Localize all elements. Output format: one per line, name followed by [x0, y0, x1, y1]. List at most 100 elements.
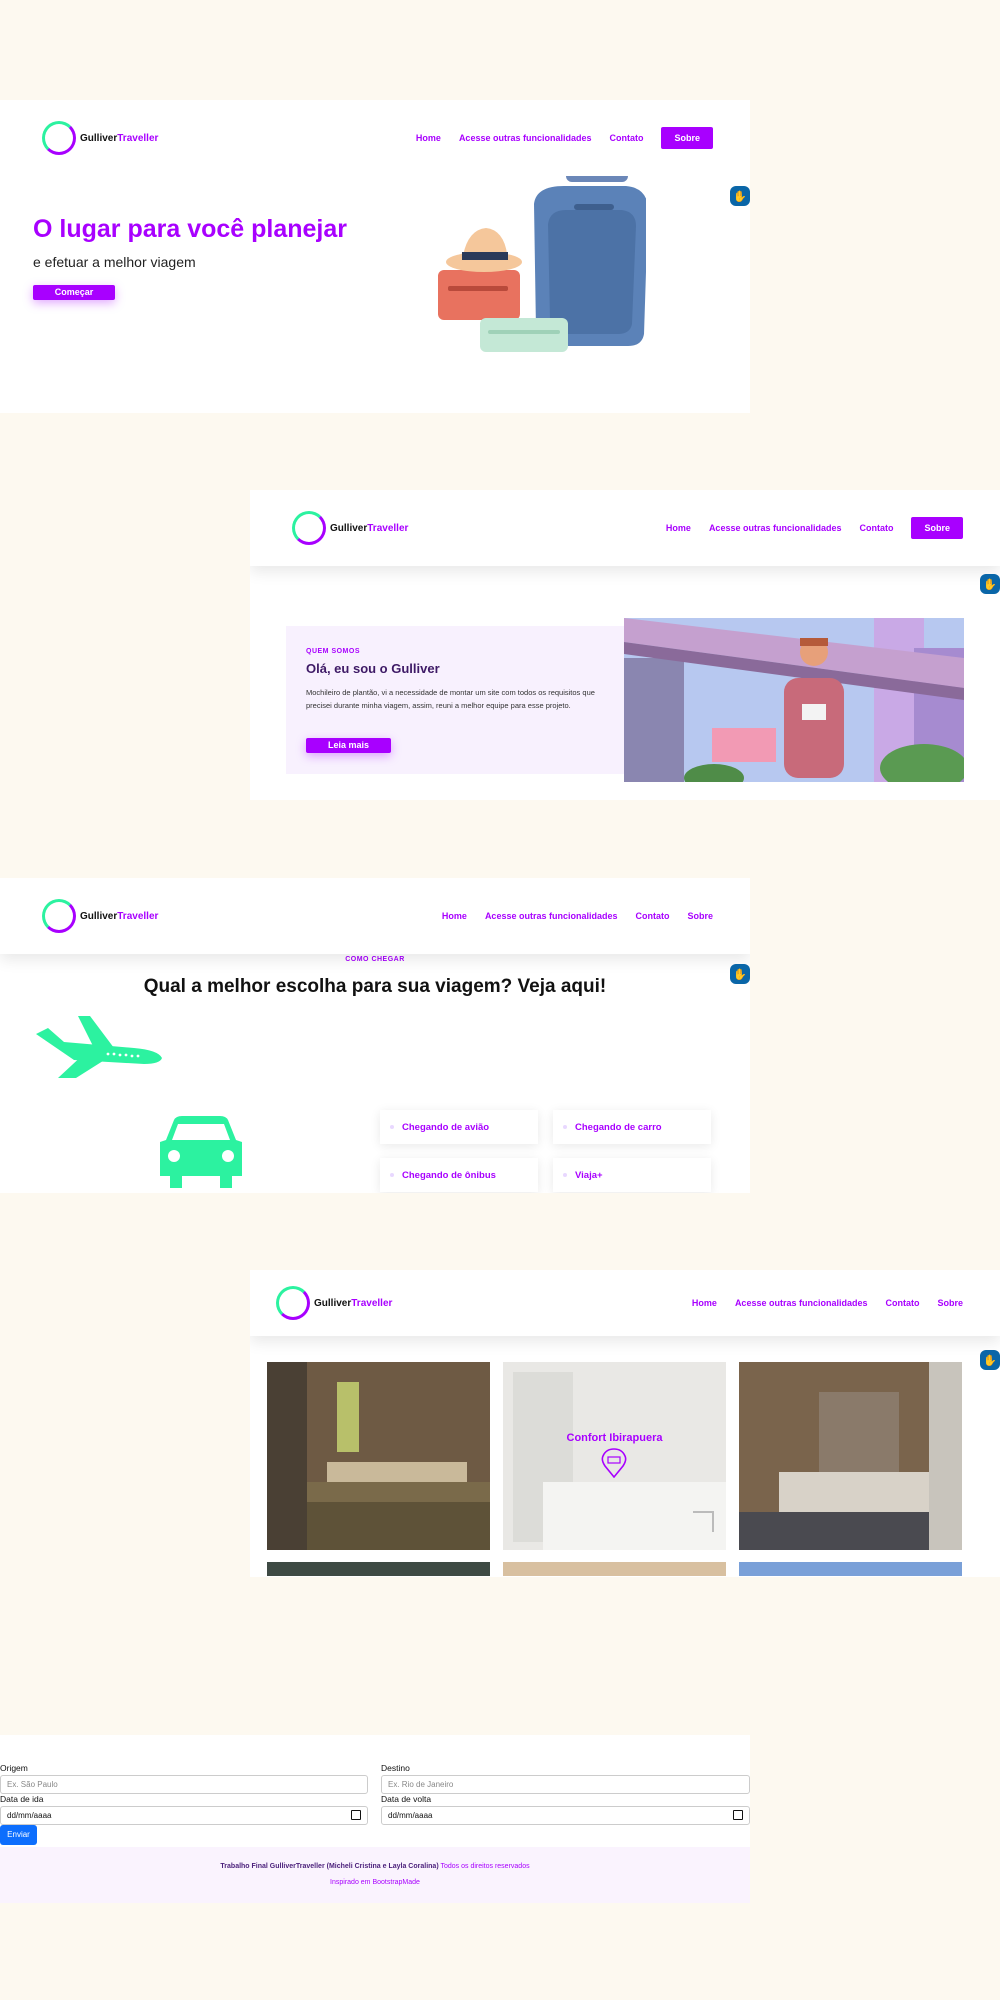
return-date-value: dd/mm/aaaa — [388, 1811, 433, 1820]
bullet-icon — [390, 1173, 394, 1177]
footer-credits-text: Trabalho Final GulliverTraveller (Michel… — [220, 1863, 439, 1870]
brand-name-part2: Traveller — [351, 1297, 393, 1309]
return-label: Data de volta — [381, 1794, 432, 1804]
start-button[interactable]: Começar — [33, 285, 115, 300]
nav-home[interactable]: Home — [666, 523, 691, 533]
bullet-icon — [390, 1125, 394, 1129]
nav-contact[interactable]: Contato — [609, 133, 643, 143]
read-more-button[interactable]: Leia mais — [306, 738, 391, 753]
about-section: Gulliver Traveller Home Acesse outras fun… — [250, 490, 1000, 800]
hotel-room-photo — [267, 1362, 490, 1550]
brand-name-part1: Gulliver — [80, 910, 118, 922]
nav-about[interactable]: Sobre — [937, 1298, 963, 1308]
card-bus-label: Chegando de ônibus — [402, 1169, 496, 1181]
about-text: Mochileiro de plantão, vi a necessidade … — [306, 688, 595, 710]
submit-button[interactable]: Enviar — [0, 1825, 37, 1845]
brand-logo[interactable]: Gulliver Traveller — [276, 1286, 392, 1320]
logo-ring-icon — [42, 121, 76, 155]
nav-menu: Home Acesse outras funcionalidades Conta… — [692, 1298, 963, 1308]
how-eyebrow: COMO CHEGAR — [345, 956, 405, 963]
card-bus[interactable]: Chegando de ônibus — [380, 1158, 538, 1192]
accessibility-icon[interactable]: ✋ — [980, 1350, 1000, 1370]
card-car-label: Chegando de carro — [575, 1121, 662, 1133]
nav-contact[interactable]: Contato — [885, 1298, 919, 1308]
airplane-icon — [36, 1016, 162, 1078]
nav-about[interactable]: Sobre — [687, 911, 713, 921]
depart-date-value: dd/mm/aaaa — [7, 1811, 52, 1820]
footer-rights-text: Todos os direitos reservados — [440, 1863, 530, 1870]
footer-inspired: Inspirado em BootstrapMade — [0, 1879, 750, 1886]
brand-logo[interactable]: Gulliver Traveller — [292, 511, 408, 545]
brand-name-part1: Gulliver — [330, 522, 368, 534]
hotel-photo-1[interactable] — [267, 1362, 490, 1550]
nav-home[interactable]: Home — [692, 1298, 717, 1308]
bullet-icon — [563, 1173, 567, 1177]
navbar: Gulliver Traveller Home Acesse outras fun… — [0, 878, 750, 954]
depart-label: Data de ida — [0, 1794, 44, 1804]
hotels-section: Gulliver Traveller Home Acesse outras fun… — [250, 1270, 1000, 1577]
hotel-photo-3[interactable] — [739, 1362, 962, 1550]
about-eyebrow: QUEM SOMOS — [306, 648, 361, 655]
nav-menu: Home Acesse outras funcionalidades Conta… — [416, 127, 713, 149]
car-icon — [160, 1116, 242, 1188]
calendar-icon[interactable] — [351, 1810, 361, 1820]
nav-about[interactable]: Sobre — [911, 517, 963, 539]
hero-title: O lugar para você planejar — [33, 215, 348, 243]
card-plane[interactable]: Chegando de avião — [380, 1110, 538, 1144]
origin-input[interactable]: Ex. São Paulo — [0, 1775, 368, 1794]
hero-subtitle: e efetuar a melhor viagem — [33, 254, 196, 270]
nav-home[interactable]: Home — [442, 911, 467, 921]
navbar: Gulliver Traveller Home Acesse outras fun… — [250, 490, 1000, 566]
map-pin-icon — [601, 1448, 627, 1478]
calendar-icon[interactable] — [733, 1810, 743, 1820]
nav-home[interactable]: Home — [416, 133, 441, 143]
brand-name-part2: Traveller — [367, 522, 409, 534]
nav-features[interactable]: Acesse outras funcionalidades — [485, 911, 618, 921]
destination-label: Destino — [381, 1763, 410, 1773]
navbar: Gulliver Traveller Home Acesse outras fun… — [0, 100, 750, 176]
logo-ring-icon — [292, 511, 326, 545]
nav-menu: Home Acesse outras funcionalidades Conta… — [442, 911, 713, 921]
card-plane-label: Chegando de avião — [402, 1121, 490, 1133]
nav-contact[interactable]: Contato — [859, 523, 893, 533]
brand-logo[interactable]: Gulliver Traveller — [42, 899, 158, 933]
hotel-photo-4[interactable] — [267, 1562, 490, 1576]
bootstrapmade-link[interactable]: BootstrapMade — [372, 1879, 419, 1886]
accessibility-icon[interactable]: ✋ — [980, 574, 1000, 594]
hotel-photo-5[interactable] — [503, 1562, 726, 1576]
how-title: Qual a melhor escolha para sua viagem? V… — [143, 976, 607, 997]
logo-ring-icon — [42, 899, 76, 933]
luggage-illustration — [438, 168, 646, 352]
card-viaja[interactable]: Viaja+ — [553, 1158, 711, 1192]
footer-inspired-prefix: Inspirado em — [330, 1879, 371, 1886]
nav-features[interactable]: Acesse outras funcionalidades — [735, 1298, 868, 1308]
footer: Trabalho Final GulliverTraveller (Michel… — [0, 1847, 750, 1903]
brand-name-part1: Gulliver — [80, 132, 118, 144]
accessibility-icon[interactable]: ✋ — [730, 964, 750, 984]
depart-date-input[interactable]: dd/mm/aaaa — [0, 1806, 368, 1825]
nav-about[interactable]: Sobre — [661, 127, 713, 149]
about-card: QUEM SOMOS Olá, eu sou o Gulliver Mochil… — [286, 626, 624, 774]
card-car[interactable]: Chegando de carro — [553, 1110, 711, 1144]
hero-section: Gulliver Traveller Home Acesse outras fun… — [0, 100, 750, 413]
nav-features[interactable]: Acesse outras funcionalidades — [709, 523, 842, 533]
hotel-featured-name: Confort Ibirapuera — [566, 1432, 663, 1444]
return-date-input[interactable]: dd/mm/aaaa — [381, 1806, 750, 1825]
origin-label: Origem — [0, 1763, 28, 1773]
about-title: Olá, eu sou o Gulliver — [306, 661, 440, 676]
nav-features[interactable]: Acesse outras funcionalidades — [459, 133, 592, 143]
hotel-photo-2[interactable]: Confort Ibirapuera — [503, 1362, 726, 1550]
logo-ring-icon — [276, 1286, 310, 1320]
search-form-section: Origem Ex. São Paulo Destino Ex. Rio de … — [0, 1735, 750, 1903]
destination-input[interactable]: Ex. Rio de Janeiro — [381, 1775, 750, 1794]
nav-contact[interactable]: Contato — [635, 911, 669, 921]
traveler-illustration — [624, 618, 964, 782]
how-to-get-section: Gulliver Traveller Home Acesse outras fun… — [0, 878, 750, 1193]
card-viaja-label: Viaja+ — [575, 1169, 603, 1181]
nav-menu: Home Acesse outras funcionalidades Conta… — [666, 517, 963, 539]
brand-logo[interactable]: Gulliver Traveller — [42, 121, 158, 155]
accessibility-icon[interactable]: ✋ — [730, 186, 750, 206]
brand-name-part1: Gulliver — [314, 1297, 352, 1309]
brand-name-part2: Traveller — [117, 910, 159, 922]
hotel-photo-6[interactable] — [739, 1562, 962, 1576]
